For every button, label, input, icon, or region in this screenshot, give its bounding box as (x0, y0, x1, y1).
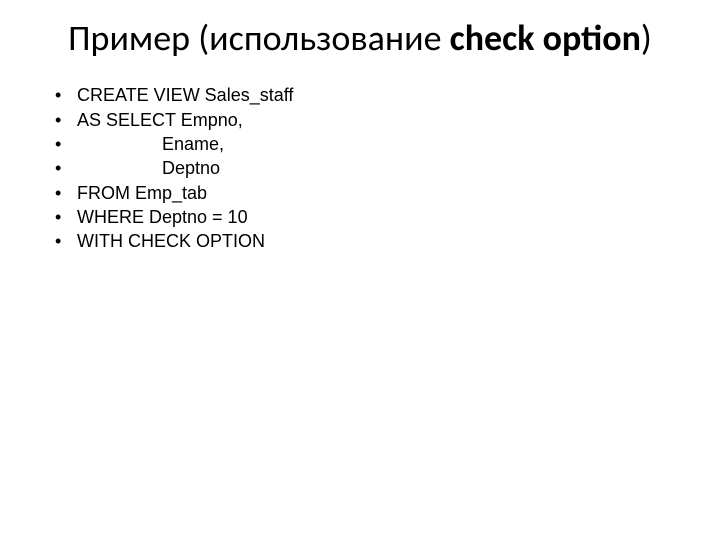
title-text-bold: check option (450, 16, 641, 60)
list-item: WITH CHECK OPTION (55, 229, 680, 253)
list-item: CREATE VIEW Sales_staff (55, 83, 680, 107)
list-item: AS SELECT Empno, (55, 108, 680, 132)
page-title: Пример (использование check option) (40, 18, 680, 59)
bullet-list: CREATE VIEW Sales_staff AS SELECT Empno,… (40, 83, 680, 253)
list-item: WHERE Deptno = 10 (55, 205, 680, 229)
list-item: Deptno (55, 156, 680, 180)
title-text-plain: Пример (использование (68, 16, 449, 60)
list-item: Ename, (55, 132, 680, 156)
title-text-close: ) (641, 16, 652, 60)
slide-container: Пример (использование check option) CREA… (0, 0, 720, 540)
list-item: FROM Emp_tab (55, 181, 680, 205)
